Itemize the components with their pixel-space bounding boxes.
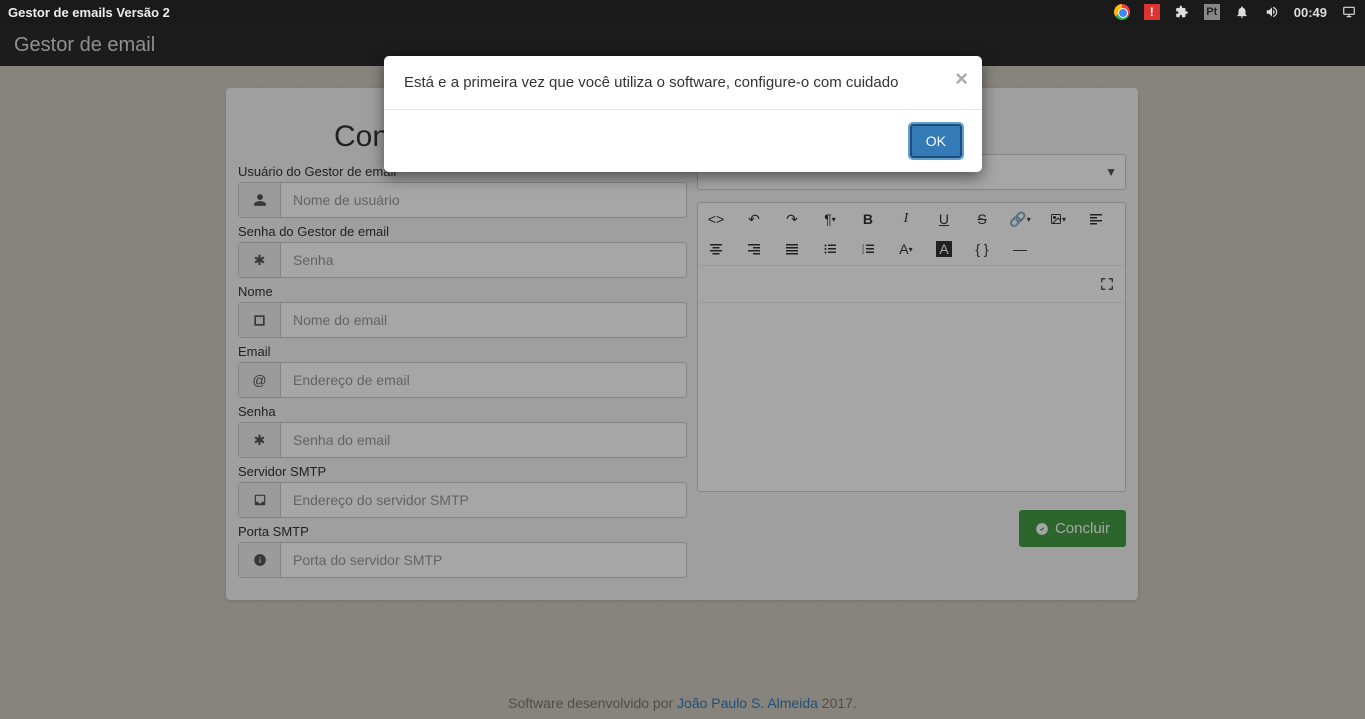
bell-icon[interactable] [1234,4,1250,20]
first-run-modal: × Está e a primeira vez que você utiliza… [384,56,982,172]
alert-icon[interactable]: ! [1144,4,1160,20]
window-title: Gestor de emails Versão 2 [8,5,170,20]
lang-indicator[interactable]: Pt [1204,4,1220,20]
volume-icon[interactable] [1264,4,1280,20]
chrome-icon[interactable] [1114,4,1130,20]
ok-button[interactable]: OK [910,124,962,158]
clock: 00:49 [1294,4,1327,20]
system-tray: ! Pt 00:49 [1114,4,1357,20]
monitor-icon[interactable] [1341,4,1357,20]
puzzle-icon[interactable] [1174,4,1190,20]
system-topbar: Gestor de emails Versão 2 ! Pt 00:49 [0,0,1365,24]
close-icon[interactable]: × [955,66,968,92]
modal-message: Está e a primeira vez que você utiliza o… [404,74,898,91]
